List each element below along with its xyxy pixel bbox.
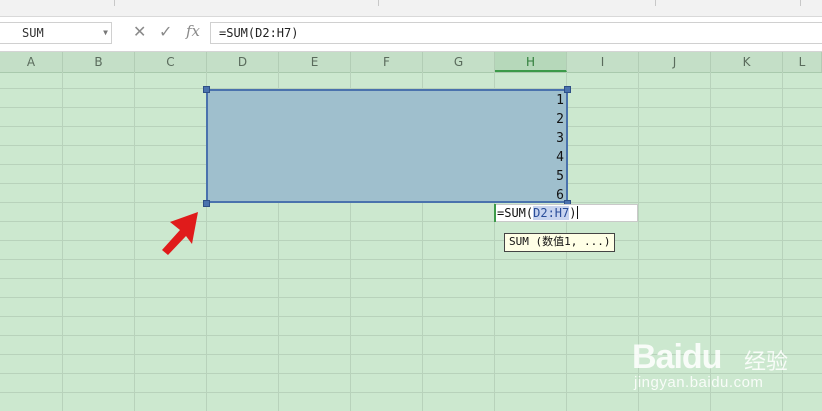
column-header-g[interactable]: G bbox=[423, 52, 495, 72]
watermark-cn: 经验 bbox=[744, 350, 789, 375]
ribbon-divider bbox=[655, 0, 656, 6]
cell-value[interactable]: 6 bbox=[520, 186, 564, 205]
selection-handle[interactable] bbox=[203, 86, 210, 93]
formula-toolbar: SUM ▼ ✕ ✓ fx =SUM(D2:H7) bbox=[0, 17, 822, 52]
selected-range[interactable] bbox=[206, 89, 568, 203]
column-header-c[interactable]: C bbox=[135, 52, 207, 72]
text-caret bbox=[577, 206, 579, 219]
function-tooltip[interactable]: SUM (数值1, ...) bbox=[504, 233, 616, 252]
selection-handle[interactable] bbox=[203, 200, 210, 207]
formula-suffix: ) bbox=[569, 206, 577, 220]
column-header-l[interactable]: L bbox=[783, 52, 822, 72]
column-header-f[interactable]: F bbox=[351, 52, 423, 72]
confirm-icon[interactable]: ✓ bbox=[159, 23, 172, 43]
formula-input[interactable]: =SUM(D2:H7) bbox=[210, 22, 822, 44]
cell-value[interactable]: 3 bbox=[520, 129, 564, 148]
formula-prefix: =SUM( bbox=[497, 206, 534, 220]
cell-value[interactable]: 1 bbox=[520, 91, 564, 110]
name-box[interactable]: SUM ▼ bbox=[0, 22, 112, 44]
watermark-url: jingyan.baidu.com bbox=[634, 374, 764, 391]
column-header-h[interactable]: H bbox=[495, 52, 567, 72]
range-reference[interactable]: D2:H7 bbox=[533, 206, 570, 220]
dropdown-icon[interactable]: ▼ bbox=[103, 23, 108, 43]
cell-value[interactable]: 2 bbox=[520, 110, 564, 129]
ribbon-divider bbox=[800, 0, 801, 6]
in-cell-editor[interactable]: =SUM(D2:H7) bbox=[494, 204, 638, 222]
column-header-e[interactable]: E bbox=[279, 52, 351, 72]
cell-value[interactable]: 5 bbox=[520, 167, 564, 186]
column-header-k[interactable]: K bbox=[711, 52, 783, 72]
ribbon-edge bbox=[0, 0, 822, 17]
column-header-row: A B C D E F G H I J K L bbox=[0, 52, 822, 73]
cancel-icon[interactable]: ✕ bbox=[133, 23, 146, 43]
column-header-a[interactable]: A bbox=[0, 52, 63, 72]
column-header-b[interactable]: B bbox=[63, 52, 135, 72]
watermark: Baidu 经验 jingyan.baidu.com bbox=[626, 320, 816, 392]
fx-icon[interactable]: fx bbox=[186, 22, 200, 40]
ribbon-divider bbox=[114, 0, 115, 6]
arrow-pointer-icon bbox=[162, 212, 198, 255]
selection-handle[interactable] bbox=[564, 86, 571, 93]
name-box-value: SUM bbox=[22, 26, 44, 40]
column-header-j[interactable]: J bbox=[639, 52, 711, 72]
column-header-d[interactable]: D bbox=[207, 52, 279, 72]
active-cell-marker bbox=[494, 204, 496, 222]
watermark-brand: Baidu bbox=[632, 338, 722, 376]
column-header-i[interactable]: I bbox=[567, 52, 639, 72]
cell-value[interactable]: 4 bbox=[520, 148, 564, 167]
ribbon-divider bbox=[378, 0, 379, 6]
